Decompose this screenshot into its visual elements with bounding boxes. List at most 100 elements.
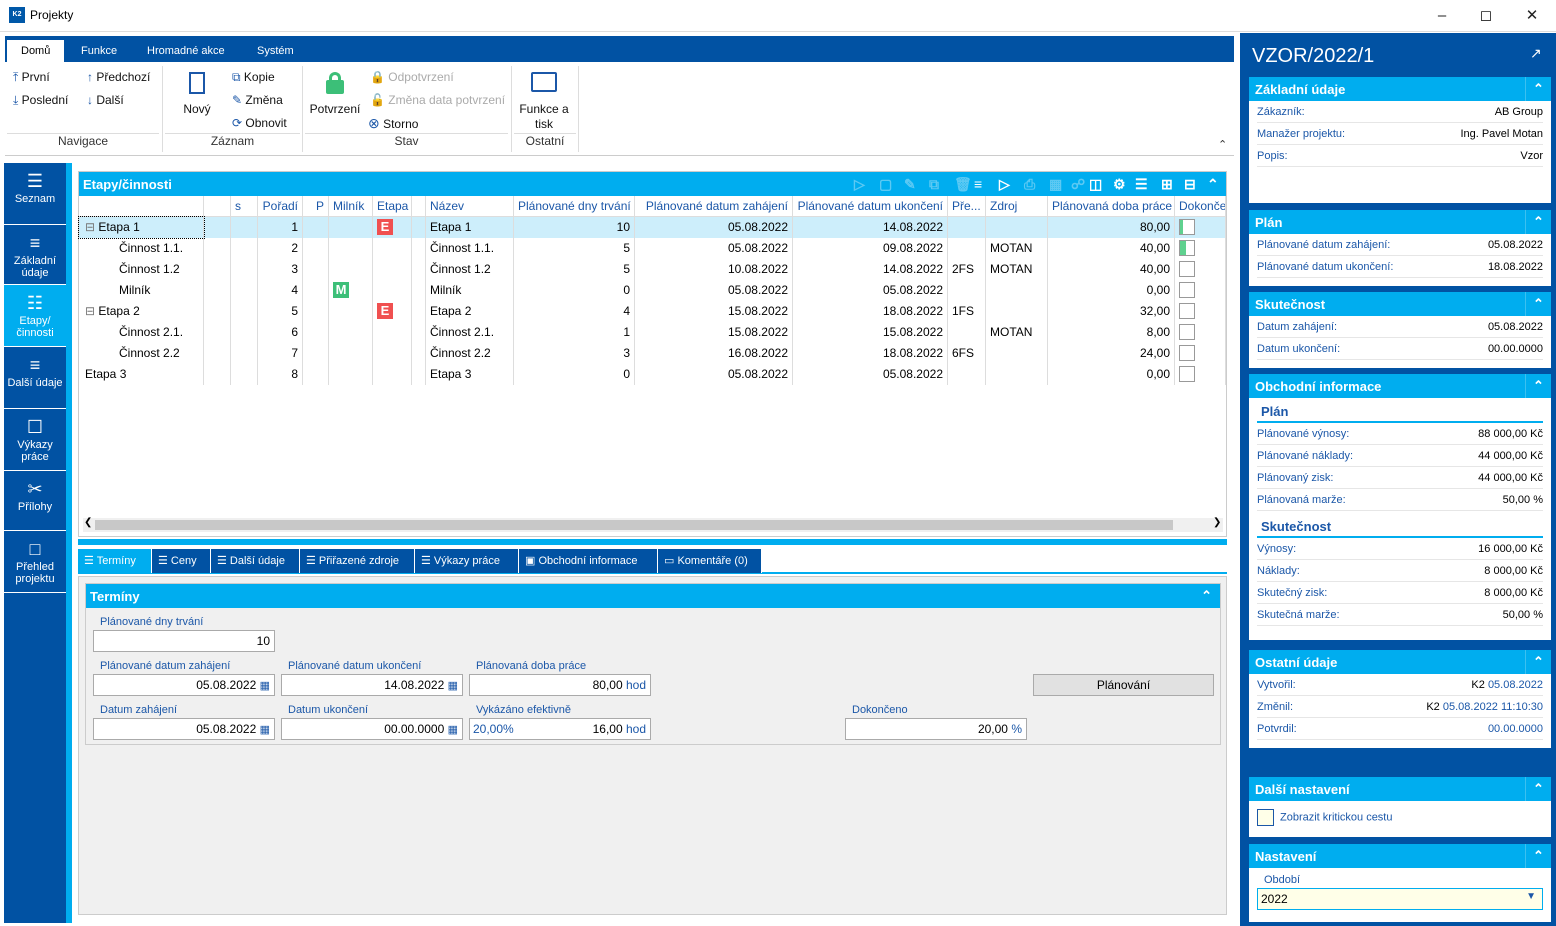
layers-icon[interactable]: ≡ [974, 176, 982, 192]
tab-domu[interactable]: Domů [7, 40, 65, 62]
collapse-all-icon[interactable]: ⊟ [1184, 176, 1196, 193]
column-header[interactable]: Milník [329, 196, 373, 217]
column-header[interactable]: Pořadí [258, 196, 303, 217]
column-header[interactable]: Pře... [948, 196, 986, 217]
end-field[interactable]: 00.00.0000 ▦ [281, 718, 463, 740]
critical-path-checkbox[interactable] [1257, 809, 1274, 826]
column-header[interactable]: s [231, 196, 258, 217]
nav-item-1[interactable]: ≡ Základní údaje [4, 225, 66, 285]
change-confirm-date-button[interactable]: 🔓 Změna data potvrzení [370, 93, 505, 107]
column-header[interactable]: Plánované datum zahájení [635, 196, 793, 217]
unconfirm-button[interactable]: 🔒 Odpotvrzení [370, 70, 454, 84]
column-header[interactable]: Etapa [373, 196, 412, 217]
tab-system[interactable]: Systém [243, 40, 308, 62]
storno-button[interactable]: ⊗ Storno [368, 115, 418, 132]
edit-button[interactable]: ✎ Změna [232, 93, 283, 107]
first-button[interactable]: ⤒ První [13, 70, 50, 85]
close-icon[interactable]: ✕ [1512, 4, 1552, 28]
detail-tab-4[interactable]: ☰ Výkazy práce [415, 549, 519, 573]
detail-tab-2[interactable]: ☰ Další údaje [211, 549, 300, 573]
run-icon[interactable]: ▷ [999, 176, 1010, 193]
plan-end-field[interactable]: 14.08.2022 ▦ [281, 674, 463, 696]
calendar-icon[interactable]: ▦ [260, 680, 270, 692]
detail-tab-0[interactable]: ☰ Termíny [78, 549, 152, 573]
detail-tab-5[interactable]: ▣ Obchodní informace [519, 549, 658, 573]
columns-icon[interactable]: ◫ [1089, 176, 1102, 193]
print-button[interactable]: Funkce a tisk [515, 72, 573, 132]
start-field[interactable]: 05.08.2022 ▦ [93, 718, 275, 740]
play-icon[interactable]: ▷ [854, 176, 865, 193]
nav-item-4[interactable]: ☐ Výkazy práce [4, 409, 66, 471]
nav-item-6[interactable]: □ Přehled projektu [4, 531, 66, 593]
tab-hromadne-akce[interactable]: Hromadné akce [133, 40, 239, 62]
critical-path-option[interactable]: Zobrazit kritickou cestu [1249, 801, 1551, 834]
calendar-icon[interactable]: ▦ [260, 724, 270, 736]
column-header[interactable]: Plánované datum ukončení [793, 196, 948, 217]
calendar-icon[interactable]: ▦ [448, 724, 458, 736]
chevron-up-icon[interactable]: ⌃ [1525, 844, 1551, 868]
column-header[interactable]: Plánované dny trvání [514, 196, 635, 217]
nav-item-2[interactable]: ☷ Etapy/ činnosti [4, 285, 66, 347]
calendar-icon[interactable]: ▦ [448, 680, 458, 692]
delete-icon[interactable]: 🗑 [954, 176, 972, 193]
last-button[interactable]: ⤓ Poslední [13, 93, 68, 108]
table-row[interactable]: Činnost 2.2 7 Činnost 2.2 3 16.08.2022 18.08.… [79, 343, 1226, 364]
chevron-up-icon[interactable]: ⌃ [1525, 77, 1551, 101]
expand-icon[interactable]: ⊟ [85, 304, 98, 318]
new-icon[interactable]: ▢ [879, 176, 892, 193]
gear-icon[interactable]: ⚙ [1113, 176, 1126, 193]
column-header[interactable]: Dokonče [1175, 196, 1226, 217]
expand-icon[interactable]: ⊟ [85, 220, 98, 234]
planning-button[interactable]: Plánování [1033, 674, 1214, 696]
dropdown-icon[interactable]: ▼ [1526, 891, 1536, 902]
chevron-up-icon[interactable]: ⌃ [1525, 210, 1551, 234]
plan-days-field[interactable]: 10 [93, 630, 275, 652]
open-external-icon[interactable]: ↗ [1530, 45, 1542, 62]
nav-item-0[interactable]: ☰ Seznam [4, 163, 66, 225]
chart-icon[interactable]: ▦ [1049, 176, 1062, 193]
confirm-button[interactable]: Potvrzení [307, 72, 363, 116]
next-button[interactable]: ↓ Další [87, 93, 124, 107]
print-icon[interactable]: ⎙ [1024, 176, 1035, 193]
table-row[interactable]: Etapa 3 8 Etapa 3 0 05.08.2022 05.08.2022 0,00 [79, 364, 1226, 385]
nav-item-5[interactable]: ✂ Přílohy [4, 471, 66, 531]
detail-tab-1[interactable]: ☰ Ceny [152, 549, 211, 573]
scroll-right-icon[interactable]: ❯ [1213, 517, 1221, 528]
menu-icon[interactable]: ☰ [1135, 176, 1148, 193]
table-row[interactable]: Činnost 1.1. 2 Činnost 1.1. 5 05.08.2022 09.0… [79, 238, 1226, 259]
column-header[interactable]: Název [426, 196, 514, 217]
tab-funkce[interactable]: Funkce [67, 40, 131, 62]
table-row[interactable]: ⊟ Etapa 2 5 E Etapa 2 4 15.08.2022 18.08.2022 1… [79, 301, 1226, 322]
refresh-button[interactable]: ⟳ Obnovit [232, 116, 287, 130]
period-select[interactable]: 2022 ▼ [1257, 888, 1543, 910]
nav-item-3[interactable]: ≡ Další údaje [4, 347, 66, 409]
scrollbar-thumb[interactable] [95, 520, 1173, 530]
column-header[interactable] [412, 196, 426, 217]
table-row[interactable]: ⊟ Etapa 1 1 E Etapa 1 10 05.08.2022 14.08.2022… [78, 216, 1226, 239]
maximize-icon[interactable]: ◻ [1466, 4, 1506, 28]
edit-icon[interactable]: ✎ [904, 176, 916, 193]
chevron-up-icon[interactable]: ⌃ [1525, 374, 1551, 398]
copy-icon[interactable]: ⧉ [929, 176, 939, 193]
collapse-ribbon-icon[interactable]: ⌃ [1218, 138, 1227, 151]
table-row[interactable]: Milník 4 M Milník 0 05.08.2022 05.08.2022 0,00 [79, 280, 1226, 301]
chevron-up-icon[interactable]: ⌃ [1525, 777, 1551, 801]
column-header[interactable]: Zdroj [986, 196, 1048, 217]
splitter[interactable] [78, 539, 1227, 545]
group-icon[interactable]: ☍ [1071, 176, 1085, 193]
plan-start-field[interactable]: 05.08.2022 ▦ [93, 674, 275, 696]
column-header[interactable] [79, 196, 204, 217]
chevron-up-icon[interactable]: ⌃ [1201, 588, 1212, 604]
scroll-left-icon[interactable]: ❮ [84, 517, 92, 528]
column-header[interactable]: P [303, 196, 329, 217]
minimize-icon[interactable]: – [1422, 4, 1462, 28]
detail-tab-6[interactable]: ▭ Komentáře (0) [658, 549, 762, 573]
chevron-up-icon[interactable]: ⌃ [1207, 176, 1219, 193]
horizontal-scrollbar[interactable]: ❮ ❯ [83, 517, 1223, 532]
plan-work-field[interactable]: 80,00 hod [469, 674, 651, 696]
table-row[interactable]: Činnost 1.2 3 Činnost 1.2 5 10.08.2022 14.08.… [79, 259, 1226, 280]
chevron-up-icon[interactable]: ⌃ [1525, 650, 1551, 674]
detail-tab-3[interactable]: ☰ Přiřazené zdroje [300, 549, 415, 573]
column-header[interactable]: Plánovaná doba práce [1048, 196, 1175, 217]
expand-all-icon[interactable]: ⊞ [1161, 176, 1173, 193]
